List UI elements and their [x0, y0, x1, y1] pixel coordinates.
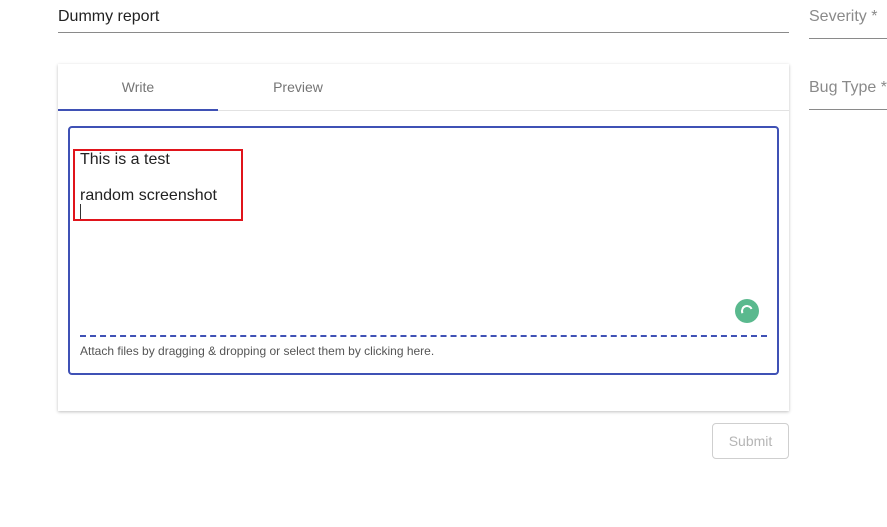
loading-spinner-icon	[735, 299, 759, 323]
annotation-highlight-box	[73, 149, 243, 221]
severity-select[interactable]: Severity *	[809, 0, 887, 39]
tab-write[interactable]: Write	[58, 64, 218, 111]
severity-label: Severity *	[809, 8, 878, 25]
editor-tabs: Write Preview	[58, 64, 789, 111]
spinner-arc	[739, 303, 755, 319]
submit-button[interactable]: Submit	[712, 423, 789, 459]
title-input[interactable]: Dummy report	[58, 0, 789, 33]
attach-files-hint[interactable]: Attach files by dragging & dropping or s…	[80, 344, 434, 358]
dropzone-divider	[80, 335, 767, 337]
bug-type-label: Bug Type *	[809, 79, 887, 96]
title-input-value: Dummy report	[58, 8, 160, 25]
tab-preview[interactable]: Preview	[218, 64, 378, 111]
description-textarea[interactable]: This is a test random screenshot Attach …	[68, 126, 779, 375]
bug-type-select[interactable]: Bug Type *	[809, 71, 887, 110]
description-card: Write Preview This is a test random scre…	[58, 64, 789, 411]
